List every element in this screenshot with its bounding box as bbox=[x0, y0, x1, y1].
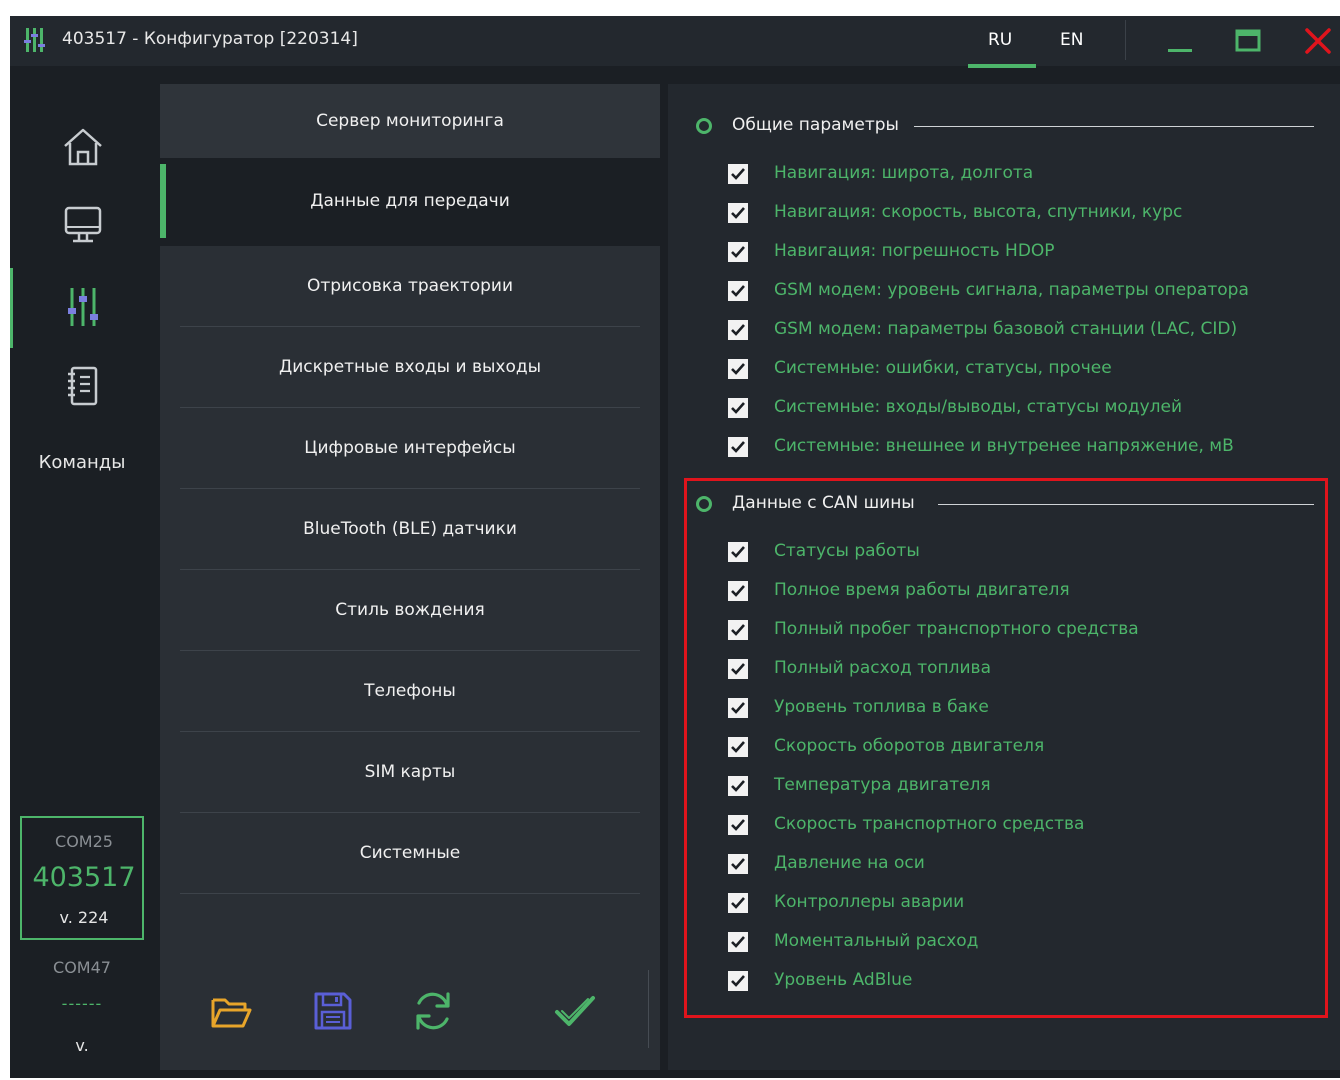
checkbox[interactable] bbox=[728, 359, 748, 379]
section-title-general: Общие параметры bbox=[732, 115, 899, 135]
checkbox-row[interactable]: GSM модем: параметры базовой станции (LA… bbox=[728, 316, 1328, 346]
minimize-icon[interactable] bbox=[1162, 24, 1198, 58]
checkbox-row[interactable]: Навигация: погрешность HDOP bbox=[728, 238, 1328, 268]
device-version: v. 224 bbox=[59, 908, 109, 927]
sidebar-active-indicator bbox=[10, 268, 13, 348]
checkbox[interactable] bbox=[728, 242, 748, 262]
checkbox-label: Системные: входы/выводы, статусы модулей bbox=[774, 397, 1183, 417]
sidebar: Команды COM25 403517 v. 224 COM47 ------… bbox=[10, 66, 160, 1078]
checkbox[interactable] bbox=[728, 281, 748, 301]
menu-item-sim-cards[interactable]: SIM карты bbox=[160, 732, 660, 812]
close-icon[interactable] bbox=[1300, 24, 1336, 58]
menu-item-label: Телефоны bbox=[364, 681, 456, 701]
menu-item-track-drawing[interactable]: Отрисовка траектории bbox=[160, 246, 660, 326]
settings-menu: Сервер мониторинга Данные для передачи О… bbox=[160, 84, 660, 1070]
device2-id: ------ bbox=[61, 994, 103, 1013]
section-line bbox=[914, 126, 1314, 127]
menu-item-label: SIM карты bbox=[364, 762, 456, 782]
menu-item-transmission-data[interactable]: Данные для передачи bbox=[160, 164, 660, 238]
device2-port[interactable]: COM47 bbox=[20, 958, 144, 977]
checkbox-row[interactable]: Системные: входы/выводы, статусы модулей bbox=[728, 394, 1328, 424]
window-title: 403517 - Конфигуратор [220314] bbox=[62, 29, 358, 49]
menu-item-label: BlueTooth (BLE) датчики bbox=[303, 519, 517, 539]
lang-en-button[interactable]: EN bbox=[1060, 30, 1083, 50]
menu-item-driving-style[interactable]: Стиль вождения bbox=[160, 570, 660, 650]
checkbox[interactable] bbox=[728, 164, 748, 184]
menu-divider bbox=[180, 893, 640, 894]
device2-version: v. bbox=[75, 1036, 89, 1055]
checkbox[interactable] bbox=[728, 203, 748, 223]
menu-item-system[interactable]: Системные bbox=[160, 813, 660, 893]
menu-item-label: Данные для передачи bbox=[310, 191, 510, 211]
device-card[interactable]: COM25 403517 v. 224 bbox=[20, 816, 144, 940]
commands-label[interactable]: Команды bbox=[10, 452, 154, 473]
toolbar-divider bbox=[648, 970, 649, 1048]
checkbox-label: GSM модем: параметры базовой станции (LA… bbox=[774, 319, 1238, 339]
section-marker-icon bbox=[696, 118, 712, 134]
checkbox-label: Навигация: погрешность HDOP bbox=[774, 241, 1055, 261]
menu-item-label: Дискретные входы и выходы bbox=[278, 357, 542, 377]
checkbox-label: Системные: внешнее и внутренее напряжени… bbox=[774, 436, 1234, 456]
checkbox-label: GSM модем: уровень сигнала, параметры оп… bbox=[774, 280, 1249, 300]
menu-item-phones[interactable]: Телефоны bbox=[160, 651, 660, 731]
home-icon[interactable] bbox=[60, 124, 106, 170]
device-id: 403517 bbox=[32, 862, 136, 893]
checkbox[interactable] bbox=[728, 320, 748, 340]
monitor-icon[interactable] bbox=[60, 202, 106, 248]
checkbox-row[interactable]: Системные: ошибки, статусы, прочее bbox=[728, 355, 1328, 385]
active-language-indicator bbox=[968, 64, 1036, 68]
menu-item-monitoring-server[interactable]: Сервер мониторинга bbox=[160, 84, 660, 158]
highlight-frame bbox=[684, 478, 1328, 1018]
menu-gap bbox=[160, 238, 660, 246]
checkbox-row[interactable]: Навигация: широта, долгота bbox=[728, 160, 1328, 190]
menu-item-label: Системные bbox=[359, 843, 461, 863]
checkbox-row[interactable]: GSM модем: уровень сигнала, параметры оп… bbox=[728, 277, 1328, 307]
checkbox-label: Системные: ошибки, статусы, прочее bbox=[774, 358, 1112, 378]
menu-item-label: Стиль вождения bbox=[335, 600, 485, 620]
checkbox-label: Навигация: скорость, высота, спутники, к… bbox=[774, 202, 1183, 222]
checkbox[interactable] bbox=[728, 437, 748, 457]
checkbox-label: Навигация: широта, долгота bbox=[774, 163, 1034, 183]
menu-item-discrete-io[interactable]: Дискретные входы и выходы bbox=[160, 327, 660, 407]
device-port: COM25 bbox=[55, 832, 113, 851]
menu-item-digital-interfaces[interactable]: Цифровые интерфейсы bbox=[160, 408, 660, 488]
menu-item-label: Сервер мониторинга bbox=[316, 111, 504, 131]
menu-item-label: Отрисовка траектории bbox=[306, 276, 513, 296]
lang-ru-button[interactable]: RU bbox=[988, 30, 1012, 50]
title-bar: 403517 - Конфигуратор [220314] RU EN bbox=[10, 16, 1340, 68]
sliders-icon[interactable] bbox=[60, 284, 106, 330]
maximize-icon[interactable] bbox=[1230, 24, 1266, 58]
titlebar-divider bbox=[1125, 20, 1126, 60]
folder-open-icon[interactable] bbox=[208, 988, 254, 1034]
checkbox-row[interactable]: Навигация: скорость, высота, спутники, к… bbox=[728, 199, 1328, 229]
app-sliders-icon bbox=[24, 28, 45, 52]
menu-active-indicator bbox=[160, 164, 166, 238]
menu-item-label: Цифровые интерфейсы bbox=[304, 438, 516, 458]
notebook-icon[interactable] bbox=[60, 364, 106, 410]
menu-item-ble-sensors[interactable]: BlueTooth (BLE) датчики bbox=[160, 489, 660, 569]
refresh-icon[interactable] bbox=[410, 988, 456, 1034]
save-icon[interactable] bbox=[310, 988, 356, 1034]
checkbox[interactable] bbox=[728, 398, 748, 418]
apply-check-icon[interactable] bbox=[552, 988, 598, 1034]
checkbox-row[interactable]: Системные: внешнее и внутренее напряжени… bbox=[728, 433, 1328, 463]
